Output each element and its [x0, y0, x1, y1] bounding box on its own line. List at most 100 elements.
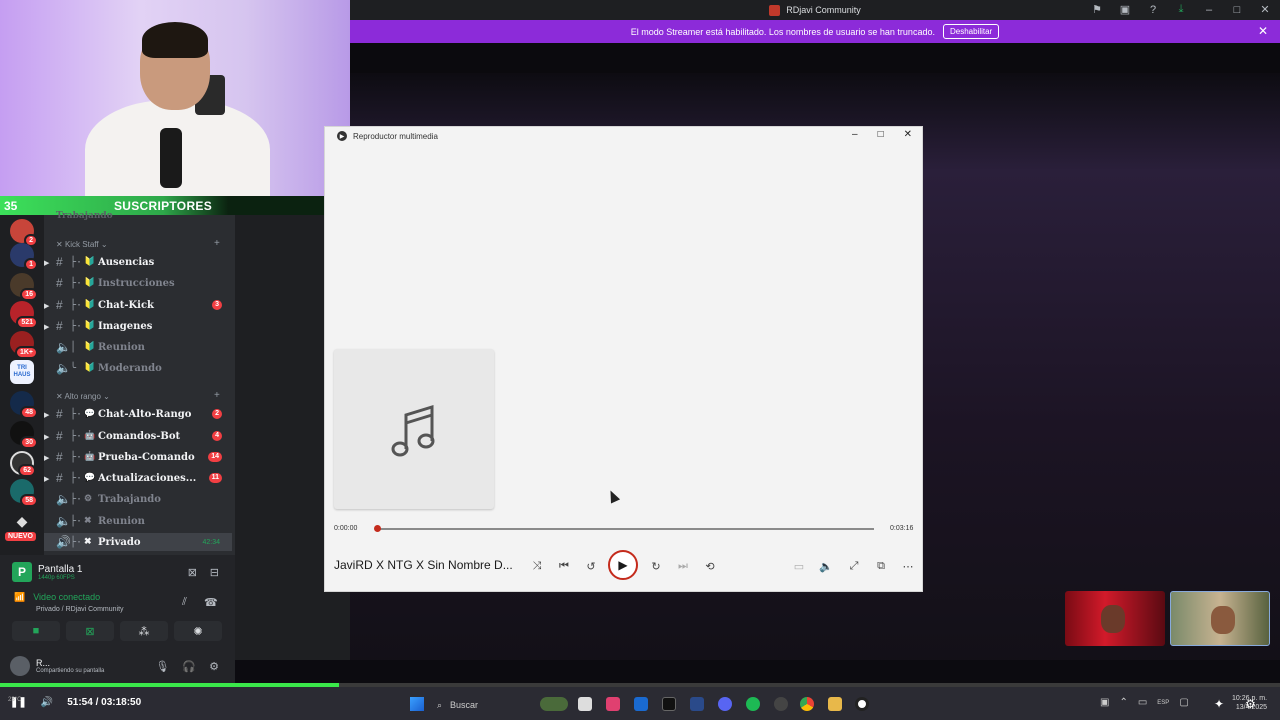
guest-webcam-1[interactable] [1065, 591, 1165, 646]
voice-channel-trabajando[interactable]: 🔈 ├· ⚙ Trabajando [44, 490, 232, 508]
stream-settings-icon[interactable]: ⊟ [210, 566, 219, 579]
server-icon[interactable]: 16 [10, 273, 38, 301]
channel-instrucciones[interactable]: # ├· 🔰 Instrucciones [44, 274, 232, 292]
captions-icon[interactable]: ▭ [791, 558, 807, 574]
channel-chat-kick[interactable]: ▶ # ├· 🔰 Chat-Kick 3 [44, 296, 232, 314]
server-icon[interactable]: 1 [10, 243, 38, 271]
share-screen-button[interactable]: ⊠ [66, 621, 114, 641]
terminal-icon[interactable] [662, 697, 676, 711]
camera-button[interactable]: ■ [12, 621, 60, 641]
category-kick-staff[interactable]: ✕ Kick Staff ⌄ [56, 240, 108, 249]
user-panel: R... Compartiendo su pantalla 🎙 🎧 ⚙ [10, 654, 225, 678]
noise-suppression-icon[interactable]: ⫽ [182, 596, 187, 609]
maximize-icon[interactable]: □ [878, 129, 884, 140]
screen-share-icon[interactable]: ▣ [1118, 3, 1132, 16]
channel-chat-alto-rango[interactable]: ▶ # ├· 💬 Chat-Alto-Rango 2 [44, 405, 232, 423]
chrome-icon[interactable] [800, 697, 814, 711]
tree-line: ├· [70, 430, 83, 442]
windows-start-icon[interactable] [410, 697, 424, 711]
rewind-10-icon[interactable]: ↺ [583, 558, 599, 574]
repeat-icon[interactable]: ⟲ [702, 558, 718, 574]
settings-gear-icon[interactable]: ⚙ [1245, 697, 1256, 711]
channel-ausencias[interactable]: ▶ # ├· 🔰 Ausencias [44, 253, 232, 271]
tray-icon[interactable]: ▣ [1100, 697, 1109, 708]
voice-channel-reunion[interactable]: 🔈 │ 🔰 Reunion [44, 338, 232, 356]
app-icon[interactable] [606, 697, 620, 711]
mini-player-icon[interactable]: ⧉ [873, 558, 889, 574]
add-channel-icon[interactable]: + [214, 390, 220, 401]
channel-imagenes[interactable]: ▶ # ├· 🔰 Imagenes [44, 317, 232, 335]
voice-channel-moderando[interactable]: 🔈 ╰ 🔰 Moderando [44, 359, 232, 377]
app-icon[interactable] [774, 697, 788, 711]
headphones-icon[interactable]: 🎧 [182, 660, 196, 673]
volume-icon[interactable]: 🔈 [818, 558, 834, 574]
flag-icon[interactable]: ⚑ [1090, 3, 1104, 16]
voice-channel-reunion-2[interactable]: 🔈 ├· ✖ Reunion [44, 512, 232, 530]
fullscreen-icon[interactable]: ⤢ [846, 558, 862, 574]
discord-icon[interactable] [718, 697, 732, 711]
server-icon[interactable]: 48 [10, 391, 38, 419]
copilot-icon[interactable]: ✦ [1214, 697, 1224, 711]
channel-comandos-bot[interactable]: ▶ # ├· 🤖 Comandos-Bot 4 [44, 427, 232, 445]
file-icon[interactable] [578, 697, 592, 711]
store-icon[interactable] [634, 697, 648, 711]
hash-icon: # [56, 471, 63, 485]
volume-icon[interactable]: 🔊 [41, 697, 53, 708]
guest-webcam-2[interactable] [1170, 591, 1270, 646]
download-icon[interactable]: ⤓ [1174, 3, 1188, 16]
seek-bar[interactable] [376, 528, 874, 530]
voice-active-icon: 🔊 [56, 535, 71, 549]
stop-stream-icon[interactable]: ⊠ [188, 566, 197, 579]
disable-streamer-button[interactable]: Deshabilitar [942, 24, 1000, 39]
next-icon[interactable]: ⏭ [675, 558, 691, 574]
mention-badge: 14 [208, 452, 222, 462]
maximize-icon[interactable]: □ [1230, 4, 1244, 16]
disconnect-icon[interactable]: ☎ [204, 596, 218, 609]
server-icon-trihaus[interactable]: TRI HAUS [10, 360, 34, 384]
discover-icon[interactable]: ◆ [10, 509, 34, 533]
close-icon[interactable]: ✕ [1258, 3, 1272, 16]
chevron-up-icon[interactable]: ⌃ [1119, 697, 1127, 708]
forward-30-icon[interactable]: ↻ [648, 558, 664, 574]
lang-indicator[interactable]: ESP [1157, 700, 1169, 706]
server-badge: 1 [24, 258, 38, 271]
widget-icon[interactable] [540, 697, 568, 711]
spotify-icon[interactable] [746, 697, 760, 711]
microphone-icon[interactable]: 🎙 [155, 660, 169, 673]
minimize-icon[interactable]: – [852, 129, 858, 140]
channel-prueba-comando[interactable]: ▶ # ├· 🤖 Prueba-Comando 14 [44, 448, 232, 466]
settings-gear-icon[interactable]: ⚙ [209, 660, 219, 673]
signal-icon[interactable]: 📶 [14, 592, 25, 602]
server-icon[interactable]: 521 [10, 301, 38, 329]
app-icon[interactable] [690, 697, 704, 711]
previous-icon[interactable]: ⏮ [556, 558, 572, 574]
taskbar-search[interactable]: ⌕ Buscar [437, 696, 597, 714]
help-icon[interactable]: ? [1146, 4, 1160, 16]
server-icon[interactable]: 58 [10, 479, 38, 507]
voice-channel-privado[interactable]: 🔊 ├· ✖ Privado 42:34 [44, 533, 232, 551]
server-icon[interactable]: 1K+ [10, 331, 38, 359]
close-icon[interactable]: ✕ [904, 129, 912, 140]
seek-handle[interactable] [374, 525, 381, 532]
server-icon[interactable]: 2 [10, 219, 38, 247]
channel-name: Chat-Kick [98, 299, 154, 311]
more-options-icon[interactable]: ⋯ [900, 558, 916, 574]
close-notice-icon[interactable]: ✕ [1258, 24, 1268, 38]
media-player-taskbar-icon[interactable] [855, 697, 869, 711]
folder-icon[interactable] [828, 697, 842, 711]
avatar[interactable] [10, 656, 30, 676]
server-icon[interactable]: 62 [10, 451, 36, 477]
soundboard-button[interactable]: ✺ [174, 621, 222, 641]
channel-emoji-icon: 💬 [84, 473, 96, 483]
activities-button[interactable]: ⁂ [120, 621, 168, 641]
add-channel-icon[interactable]: + [214, 238, 220, 249]
display-icon[interactable]: ▢ [1179, 697, 1188, 708]
play-button[interactable]: ▶ [608, 550, 638, 580]
category-alto-rango[interactable]: ✕ Alto rango ⌄ [56, 392, 110, 401]
shuffle-icon[interactable]: ⤨ [529, 558, 545, 574]
minimize-icon[interactable]: – [1202, 4, 1216, 16]
tray-icon[interactable]: ▭ [1138, 697, 1147, 708]
voice-location[interactable]: Privado / RDjavi Community [14, 606, 229, 613]
channel-actualizaciones[interactable]: ▶ # ├· 💬 Actualizaciones... 11 [44, 469, 232, 487]
server-icon[interactable]: 30 [10, 421, 38, 449]
